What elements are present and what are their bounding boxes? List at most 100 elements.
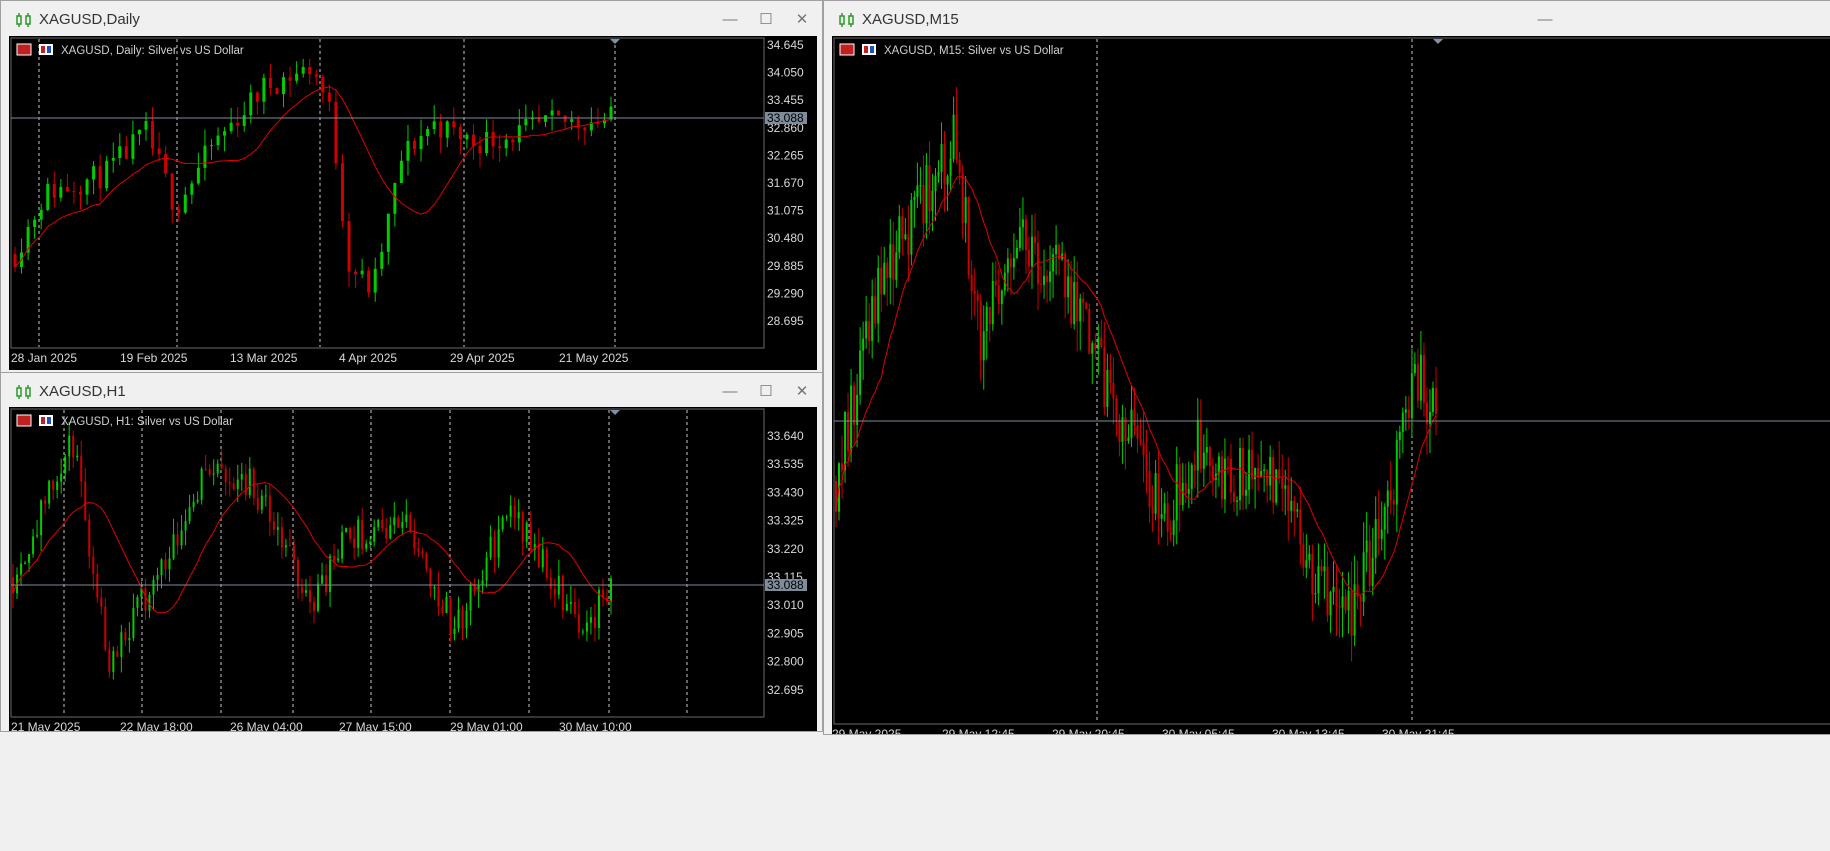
candle-body	[360, 270, 364, 275]
title-bar[interactable]: XAGUSD,H1 — ☐ ✕	[1, 373, 822, 411]
candle-body	[1133, 409, 1136, 426]
one-click-trading-icon	[41, 417, 45, 424]
candle-body	[1118, 420, 1121, 442]
candle-body	[922, 185, 925, 224]
candle-body	[958, 159, 961, 174]
candle-body	[170, 173, 174, 210]
candle-body	[152, 579, 155, 595]
close-button[interactable]: ✕	[789, 381, 815, 403]
minimize-button[interactable]: —	[717, 381, 743, 403]
candle-body	[96, 573, 99, 598]
candle-body	[1073, 281, 1076, 324]
moving-average-line	[12, 482, 612, 614]
candle-body	[493, 536, 496, 558]
candle-body	[357, 519, 360, 548]
candle-body	[919, 185, 922, 187]
candle-body	[132, 607, 135, 639]
minimize-button[interactable]: —	[717, 9, 743, 31]
candle-body	[1046, 275, 1049, 282]
candle-body	[325, 575, 328, 592]
candle-body	[994, 280, 997, 286]
price-axis-label: 31.670	[767, 176, 804, 190]
candle-body	[300, 586, 303, 593]
candle-body	[481, 580, 484, 585]
candle-body	[268, 495, 271, 522]
candle-body	[970, 275, 973, 292]
candle-body	[1317, 566, 1320, 594]
candle-body	[1299, 509, 1302, 545]
candle-body	[1272, 457, 1275, 503]
candle-body	[1160, 513, 1163, 519]
candle-body	[904, 234, 907, 239]
candle-body	[85, 179, 89, 195]
title-bar[interactable]: XAGUSD,Daily — ☐ ✕	[1, 1, 822, 39]
candle-body	[1163, 503, 1166, 514]
candle-body	[1067, 276, 1070, 298]
candle-body	[1220, 456, 1223, 500]
candle-body	[244, 473, 247, 496]
candle-body	[964, 197, 967, 224]
candle-body	[260, 495, 263, 510]
time-axis-label: 30 May 21:45	[1382, 727, 1455, 735]
candle-body	[1362, 552, 1365, 602]
candle-body	[40, 500, 43, 536]
candle-body	[841, 463, 844, 471]
candle-body	[541, 549, 544, 568]
candle-body	[256, 497, 259, 510]
close-button[interactable]: ✕	[789, 9, 815, 31]
candle-body	[308, 590, 311, 603]
candle-body	[1323, 566, 1326, 572]
title-bar[interactable]: XAGUSD,M15 —	[824, 1, 1830, 39]
candle-body	[973, 291, 976, 294]
candle-body	[255, 92, 259, 102]
chart-window-daily[interactable]: XAGUSD,Daily — ☐ ✕ XAGUSD, Daily: Silver…	[0, 0, 823, 374]
candle-body	[961, 173, 964, 224]
candle-body	[98, 166, 102, 189]
price-axis-label: 33.640	[767, 429, 804, 443]
maximize-button[interactable]: ☐	[753, 9, 779, 31]
one-click-trading-icon	[870, 46, 874, 53]
candle-body	[262, 77, 266, 102]
candle-body	[314, 74, 318, 77]
candle-body	[1217, 456, 1220, 474]
candle-body	[405, 514, 408, 523]
chart-window-m15[interactable]: XAGUSD,M15 — XAGUSD, M15: Silver vs US D…	[823, 0, 1830, 735]
candle-body	[880, 267, 883, 295]
price-chart-h1[interactable]: XAGUSD, H1: Silver vs US Dollar 33.640 33.…	[9, 407, 817, 731]
minimize-button[interactable]: —	[1532, 9, 1558, 31]
candle-body	[868, 321, 871, 341]
chart-canvas: XAGUSD, H1: Silver vs US Dollar 33.640 33.…	[10, 408, 807, 731]
price-axis-label: 32.905	[767, 626, 804, 640]
candle-body	[406, 140, 410, 161]
candle-body	[1030, 236, 1033, 267]
candle-body	[610, 578, 612, 602]
candle-body	[907, 234, 910, 255]
chart-canvas: XAGUSD, Daily: Silver vs US Dollar 34.645…	[10, 37, 807, 365]
candle-body	[883, 262, 886, 295]
candle-body	[1257, 468, 1260, 477]
candle-body	[128, 638, 131, 641]
symbol-menu-icon	[16, 414, 32, 427]
candle-body	[220, 463, 223, 469]
candle-body	[1290, 500, 1293, 511]
candle-body	[1091, 343, 1094, 354]
candle-body	[521, 512, 524, 542]
candle-body	[874, 296, 877, 324]
candle-body	[177, 209, 181, 213]
candle-body	[44, 500, 47, 504]
price-chart-m15[interactable]: XAGUSD, M15: Silver vs US Dollar 29 May 2…	[832, 36, 1830, 735]
candle-body	[64, 456, 67, 474]
candle-body	[224, 468, 227, 483]
candle-body	[183, 194, 187, 213]
maximize-button[interactable]: ☐	[753, 381, 779, 403]
time-axis-label: 29 Apr 2025	[450, 351, 515, 365]
candle-body	[340, 163, 344, 222]
candle-body	[1326, 566, 1329, 616]
chart-window-h1[interactable]: XAGUSD,H1 — ☐ ✕ XAGUSD, H1: Silver vs US…	[0, 372, 823, 732]
chart-description: XAGUSD, H1: Silver vs US Dollar	[61, 416, 233, 428]
candle-body	[1148, 470, 1151, 508]
price-chart-daily[interactable]: XAGUSD, Daily: Silver vs US Dollar 34.645…	[9, 36, 817, 370]
candle-body	[856, 394, 859, 425]
candle-body	[60, 473, 63, 482]
candle-body	[469, 584, 472, 611]
